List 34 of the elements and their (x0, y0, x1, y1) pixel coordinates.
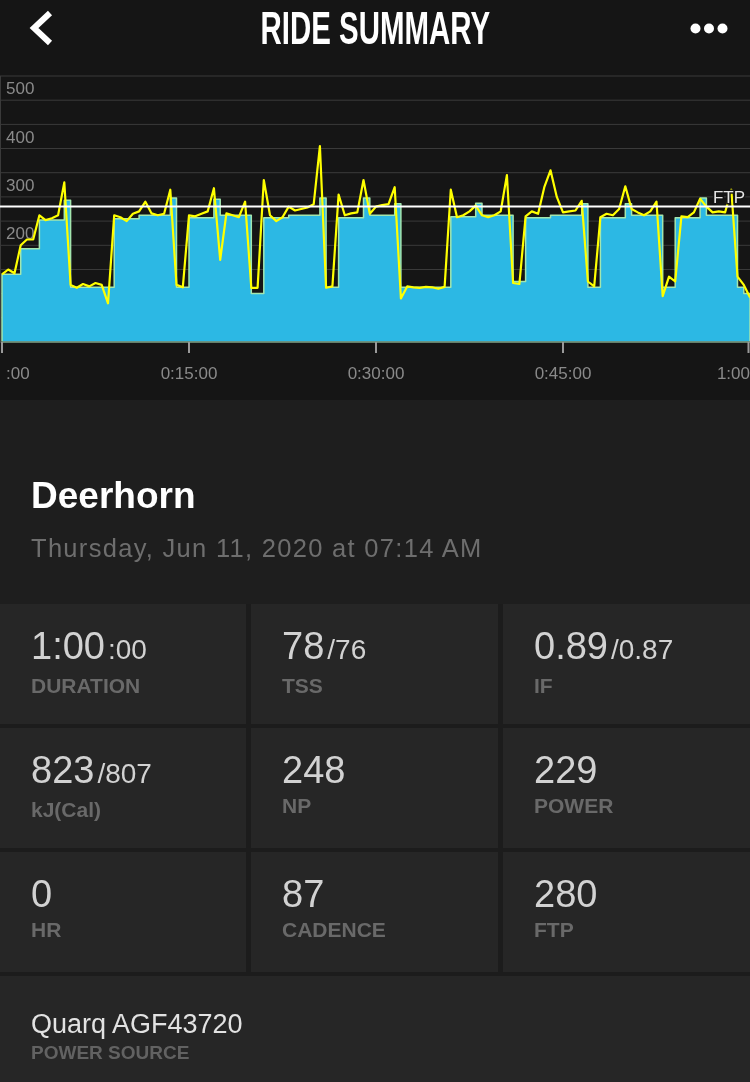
ride-name: Deerhorn (31, 474, 197, 518)
ride-date: Thursday, Jun 11, 2020 at 07:14 AM (31, 533, 484, 564)
y-axis-label: 400 (6, 127, 35, 147)
y-axis-label: 200 (6, 224, 35, 244)
stat-label: DURATION (31, 674, 142, 698)
chevron-left-icon (28, 10, 54, 46)
stat-value: 0.89/0.87 (534, 625, 675, 669)
stat-value: 0 (31, 873, 54, 915)
stat-value: 280 (534, 873, 599, 915)
stat-label: IF (534, 674, 554, 698)
y-axis-label: 300 (6, 175, 35, 195)
stat-value: 229 (534, 749, 599, 791)
stat-label: FTP (534, 918, 575, 942)
stat-label: HR (31, 918, 63, 942)
x-axis-label: 0:15:00 (160, 364, 218, 383)
stat-value: 248 (282, 749, 347, 791)
x-axis-label: 0:30:00 (347, 364, 405, 383)
screen-title: RIDE SUMMARY (260, 4, 490, 52)
x-axis-label: 0:45:00 (534, 364, 592, 383)
stat-value: 823/807 (31, 749, 153, 793)
stat-value: 87 (282, 873, 326, 915)
x-axis-label: :00 (6, 364, 30, 383)
power-source-label: POWER SOURCE (31, 1042, 191, 1064)
stat-value: 1:00:00 (31, 625, 148, 669)
ellipsis-icon (690, 22, 728, 34)
stat-label: TSS (282, 674, 324, 698)
y-axis-label: 500 (6, 79, 35, 99)
x-axis-label: 1:00 (716, 364, 750, 383)
stat-label: kJ(Cal) (31, 798, 103, 822)
power-source-value: Quarq AGF43720 (31, 1008, 244, 1040)
stat-label: NP (282, 794, 313, 818)
stat-label: CADENCE (282, 918, 387, 942)
stat-value: 78/76 (282, 625, 368, 669)
stat-label: POWER (534, 794, 615, 818)
